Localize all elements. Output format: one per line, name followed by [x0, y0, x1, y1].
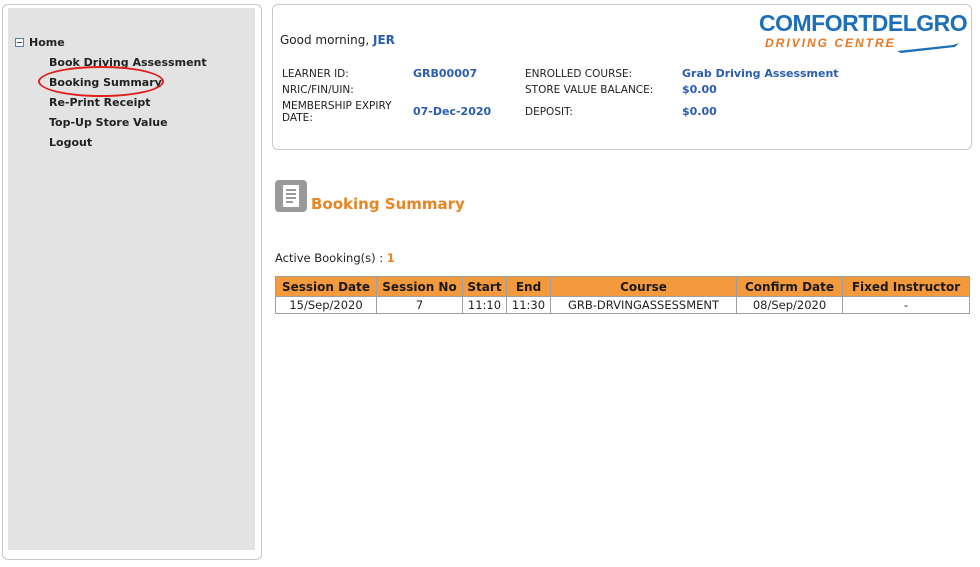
sidebar: Home Book Driving Assessment Booking Sum…	[8, 8, 255, 550]
comfortdelgro-logo: COMFORTDELGRO DRIVING CENTRE	[759, 10, 968, 55]
active-bookings-count: 1	[386, 251, 395, 265]
nav-item-label[interactable]: Booking Summary	[49, 76, 162, 89]
collapse-icon[interactable]	[15, 38, 24, 47]
greeting-text: Good morning,	[280, 33, 370, 47]
store-value-amount: $0.00	[682, 83, 717, 96]
greeting: Good morning, JER	[280, 33, 395, 47]
cell-course: GRB-DRVINGASSESSMENT	[550, 296, 737, 314]
document-icon	[275, 180, 307, 212]
membership-expiry-label-1: MEMBERSHIP EXPIRY	[282, 100, 392, 112]
column-header-course: Course	[550, 276, 737, 297]
cell-confirm-date: 08/Sep/2020	[736, 296, 843, 314]
user-name: JER	[372, 33, 395, 47]
cell-session-no: 7	[376, 296, 463, 314]
nric-label: NRIC/FIN/UIN:	[282, 84, 354, 96]
header-panel: Good morning, JER COMFORTDELGRO DRIVING …	[272, 4, 972, 150]
tree-home[interactable]: Home	[15, 36, 65, 49]
column-header-end: End	[506, 276, 551, 297]
enrolled-course-label: ENROLLED COURSE:	[525, 68, 633, 80]
nav-item-reprint-receipt[interactable]: Re-Print Receipt	[49, 96, 207, 116]
table-row: 15/Sep/2020 7 11:10 11:30 GRB-DRVINGASSE…	[275, 296, 970, 314]
learner-id-label: LEARNER ID:	[282, 68, 349, 80]
cell-session-date: 15/Sep/2020	[275, 296, 377, 314]
enrolled-course-value: Grab Driving Assessment	[682, 67, 839, 80]
nav-item-book-driving-assessment[interactable]: Book Driving Assessment	[49, 56, 207, 76]
cell-end: 11:30	[506, 296, 551, 314]
nav-item-logout[interactable]: Logout	[49, 136, 207, 156]
cell-start: 11:10	[462, 296, 507, 314]
booking-table: Session Date Session No Start End Course…	[275, 276, 970, 314]
learner-id-value: GRB00007	[413, 67, 478, 80]
nav-item-topup-store-value[interactable]: Top-Up Store Value	[49, 116, 207, 136]
page-title: Booking Summary	[311, 195, 465, 213]
logo-top-text: COMFORTDELGRO	[759, 10, 968, 36]
table-header-row: Session Date Session No Start End Course…	[275, 276, 970, 297]
column-header-session-no: Session No	[376, 276, 463, 297]
deposit-amount: $0.00	[682, 105, 717, 118]
logo-swoosh-icon	[897, 43, 959, 53]
deposit-label: DEPOSIT:	[525, 106, 573, 118]
column-header-fixed-instructor: Fixed Instructor	[842, 276, 970, 297]
store-value-label: STORE VALUE BALANCE:	[525, 84, 654, 96]
nav-list: Book Driving Assessment Booking Summary …	[38, 56, 207, 156]
active-bookings: Active Booking(s) : 1	[275, 251, 395, 265]
cell-fixed-instructor: -	[842, 296, 970, 314]
column-header-session-date: Session Date	[275, 276, 377, 297]
membership-expiry-value: 07-Dec-2020	[413, 105, 492, 118]
membership-expiry-label-2: DATE:	[282, 112, 313, 124]
active-bookings-label: Active Booking(s) :	[275, 251, 384, 265]
column-header-confirm-date: Confirm Date	[736, 276, 843, 297]
column-header-start: Start	[462, 276, 507, 297]
nav-item-booking-summary[interactable]: Booking Summary	[38, 66, 207, 97]
home-label[interactable]: Home	[29, 36, 65, 49]
